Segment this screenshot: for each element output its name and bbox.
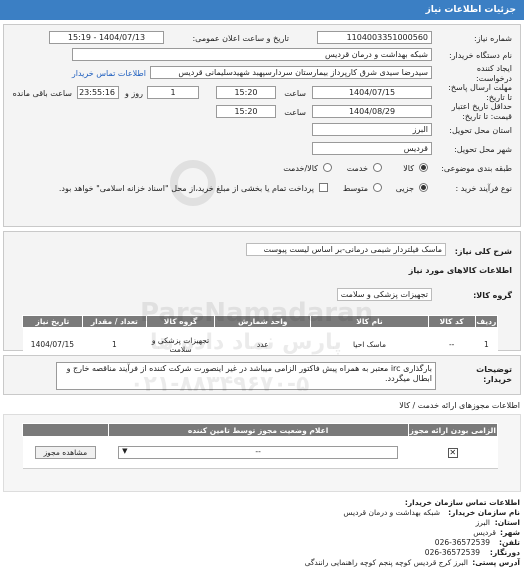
reply-deadline-label: مهلت ارسال پاسخ: تا تاریخ: [448,83,512,102]
creator-field: سیدرضا سیدی شرق کارپرداز بیمارستان سردار… [150,66,432,79]
items-table-header: ردیف کد کالا نام کالا واحد شمارش گروه کا… [22,315,499,328]
province-field: البرز [312,123,432,136]
permits-title: اطلاعات مجوزهای ارائه خدمت / کالا [399,401,520,410]
price-validity-time: 15:20 [216,105,276,118]
permits-table-header: الزامی بودن ارائه مجوز اعلام وضعیت مجوز … [22,423,499,437]
contact-city-label: شهر: [500,528,520,537]
category-option-goods: کالا [403,164,414,173]
buyer-contact-link[interactable]: اطلاعات تماس خریدار [72,69,146,78]
item-group-field: تجهیزات پزشکی و سلامت [337,288,432,301]
permit-status-select[interactable]: -- ▼ [118,446,399,459]
process-radio-minor[interactable] [419,183,428,192]
description-field: ماسک فیلتردار شیمی درمانی-بر اساس لیست پ… [246,243,446,256]
buyer-org-label: نام دستگاه خریدار: [449,51,512,60]
city-label: شهر محل تحویل: [454,145,512,154]
description-label: شرح کلی نیاز: [454,247,512,256]
buyer-notes-label: توضیحات خریدار: [476,365,512,384]
cell-status: -- ▼ [108,436,409,469]
contact-phone-value: 026-36572539 [434,538,490,547]
treasury-note: پرداخت تمام یا بخشی از مبلغ خرید،از محل … [58,184,314,193]
process-option-minor: جزیی [395,184,414,193]
category-radio-goods[interactable] [419,163,428,172]
buyer-org-field: شبکه بهداشت و درمان قردیس [72,48,432,61]
permits-table: الزامی بودن ارائه مجوز اعلام وضعیت مجوز … [22,423,499,469]
process-option-medium: متوسط [342,184,368,193]
contact-city-value: قردیس [473,528,496,537]
contact-province-label: استان: [494,518,520,527]
contact-phone-label: تلفن: [498,538,520,547]
contact-address-value: البرز کرج قردیس کوچه پنجم کوچه راهنمایی … [304,558,468,567]
purchase-process-label: نوع فرآیند خرید : [455,184,512,193]
col-required: الزامی بودن ارائه مجوز [407,423,499,437]
price-validity-label: حداقل تاریخ اعتبار قیمت: تا تاریخ: [451,102,512,121]
contact-address-label: آدرس پستی: [472,558,520,567]
permit-status-value: -- [255,447,261,456]
need-number-field: 1104003351000560 [317,31,432,44]
col-unit: واحد شمارش [214,315,312,328]
city-field: قردیس [312,142,432,155]
category-radio-service[interactable] [373,163,382,172]
required-close-icon: ✕ [447,447,458,458]
page-header: جزئیات اطلاعات نیاز [0,0,524,20]
remaining-time-label: ساعت باقی مانده [12,89,72,98]
contact-province-value: البرز [475,518,490,527]
need-number-label: شماره نیاز: [474,34,512,43]
contact-fax-value: 026-36572539 [424,548,480,557]
col-status: اعلام وضعیت مجوز توسط تامین کننده [107,423,409,437]
col-row: ردیف [474,315,499,328]
price-validity-time-label: ساعت [284,108,306,117]
treasury-checkbox[interactable] [319,183,328,192]
category-label: طبقه بندی موضوعی: [441,164,512,173]
view-permit-button[interactable]: مشاهده مجوز [34,446,97,459]
announce-datetime-label: تاریخ و ساعت اعلان عمومی: [192,34,289,43]
items-section-title: اطلاعات کالاهای مورد نیاز [408,266,512,275]
buyer-notes-field: بارگذاری irc معتبر به همراه پیش فاکتور ا… [56,362,436,390]
reply-time-label: ساعت [284,89,306,98]
item-group-label: گروه کالا: [473,291,512,300]
reply-deadline-time: 15:20 [216,86,276,99]
process-radio-medium[interactable] [373,183,382,192]
col-date: تاریخ نیاز [22,315,83,328]
category-radio-goods-service[interactable] [323,163,332,172]
col-code: کد کالا [427,315,476,328]
chevron-down-icon: ▼ [122,447,128,455]
price-validity-date: 1404/08/29 [312,105,432,118]
contact-org-value: شبکه بهداشت و درمان قردیس [343,508,440,517]
creator-label: ایجاد کننده درخواست: [476,64,512,83]
col-qty: تعداد / مقدار [81,315,147,328]
page-title: جزئیات اطلاعات نیاز [425,5,516,15]
table-row: ✕ -- ▼ مشاهده مجوز [22,436,498,469]
col-group: گروه کالا [145,315,216,328]
province-label: استان محل تحویل: [449,126,512,135]
contact-org-label: نام سازمان خریدار: [448,508,520,517]
col-view [22,423,109,437]
reply-deadline-date: 1404/07/15 [312,86,432,99]
announce-datetime-field: 1404/07/13 - 15:19 [49,31,164,44]
remaining-days-field: 1 [147,86,199,99]
category-option-goods-service: کالا/خدمت [283,164,318,173]
category-option-service: خدمت [346,164,368,173]
contact-title: اطلاعات تماس سازمان خریدار: [404,498,520,507]
cell-view: مشاهده مجوز [22,436,109,469]
contact-fax-label: دورنگار: [489,548,520,557]
cell-required: ✕ [408,436,498,469]
remaining-days-label: روز و [125,89,143,98]
col-name: نام کالا [310,315,429,328]
remaining-time-field: 23:55:16 [77,86,119,99]
